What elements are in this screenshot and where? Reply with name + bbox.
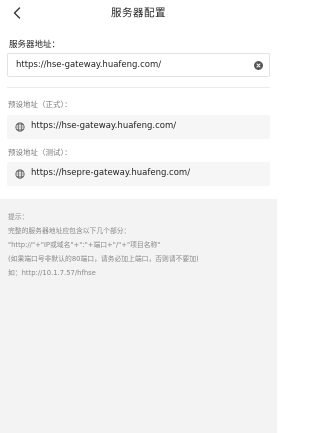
server-address-label: 服务器地址： (9, 40, 61, 50)
preset-url-test: https://hsepre-gateway.huafeng.com/ (31, 168, 191, 178)
globe-icon (15, 169, 25, 179)
preset-label-test: 预设地址（测试）： (8, 148, 72, 157)
globe-icon (15, 122, 25, 132)
clear-icon (256, 63, 261, 68)
tips-line: 完整的服务器地址应包含以下几个部分： (8, 227, 131, 235)
preset-item-test[interactable]: https://hsepre-gateway.huafeng.com/ (7, 162, 270, 186)
server-address-field[interactable] (7, 53, 270, 77)
preset-item-production[interactable]: https://hse-gateway.huafeng.com/ (7, 115, 270, 139)
tips-line: (如果端口号非默认的80端口，请务必加上端口，否则请不要加) (8, 255, 199, 263)
server-address-input[interactable] (16, 60, 246, 70)
tips-line: "http://"+"IP或域名"+":"+端口+"/"+"项目名称" (8, 241, 161, 249)
tips-title: 提示： (8, 213, 29, 221)
header-bar: 服务器配置 (0, 0, 277, 26)
preset-url-production: https://hse-gateway.huafeng.com/ (31, 121, 177, 131)
tips-line: 如：http://10.1.7.57/hfhse (8, 269, 96, 277)
page-title: 服务器配置 (111, 7, 166, 19)
divider (7, 87, 270, 88)
clear-button[interactable] (254, 61, 263, 70)
preset-label-production: 预设地址（正式）： (8, 100, 72, 109)
tips-panel: 提示： 完整的服务器地址应包含以下几个部分： "http://"+"IP或域名"… (0, 199, 277, 433)
